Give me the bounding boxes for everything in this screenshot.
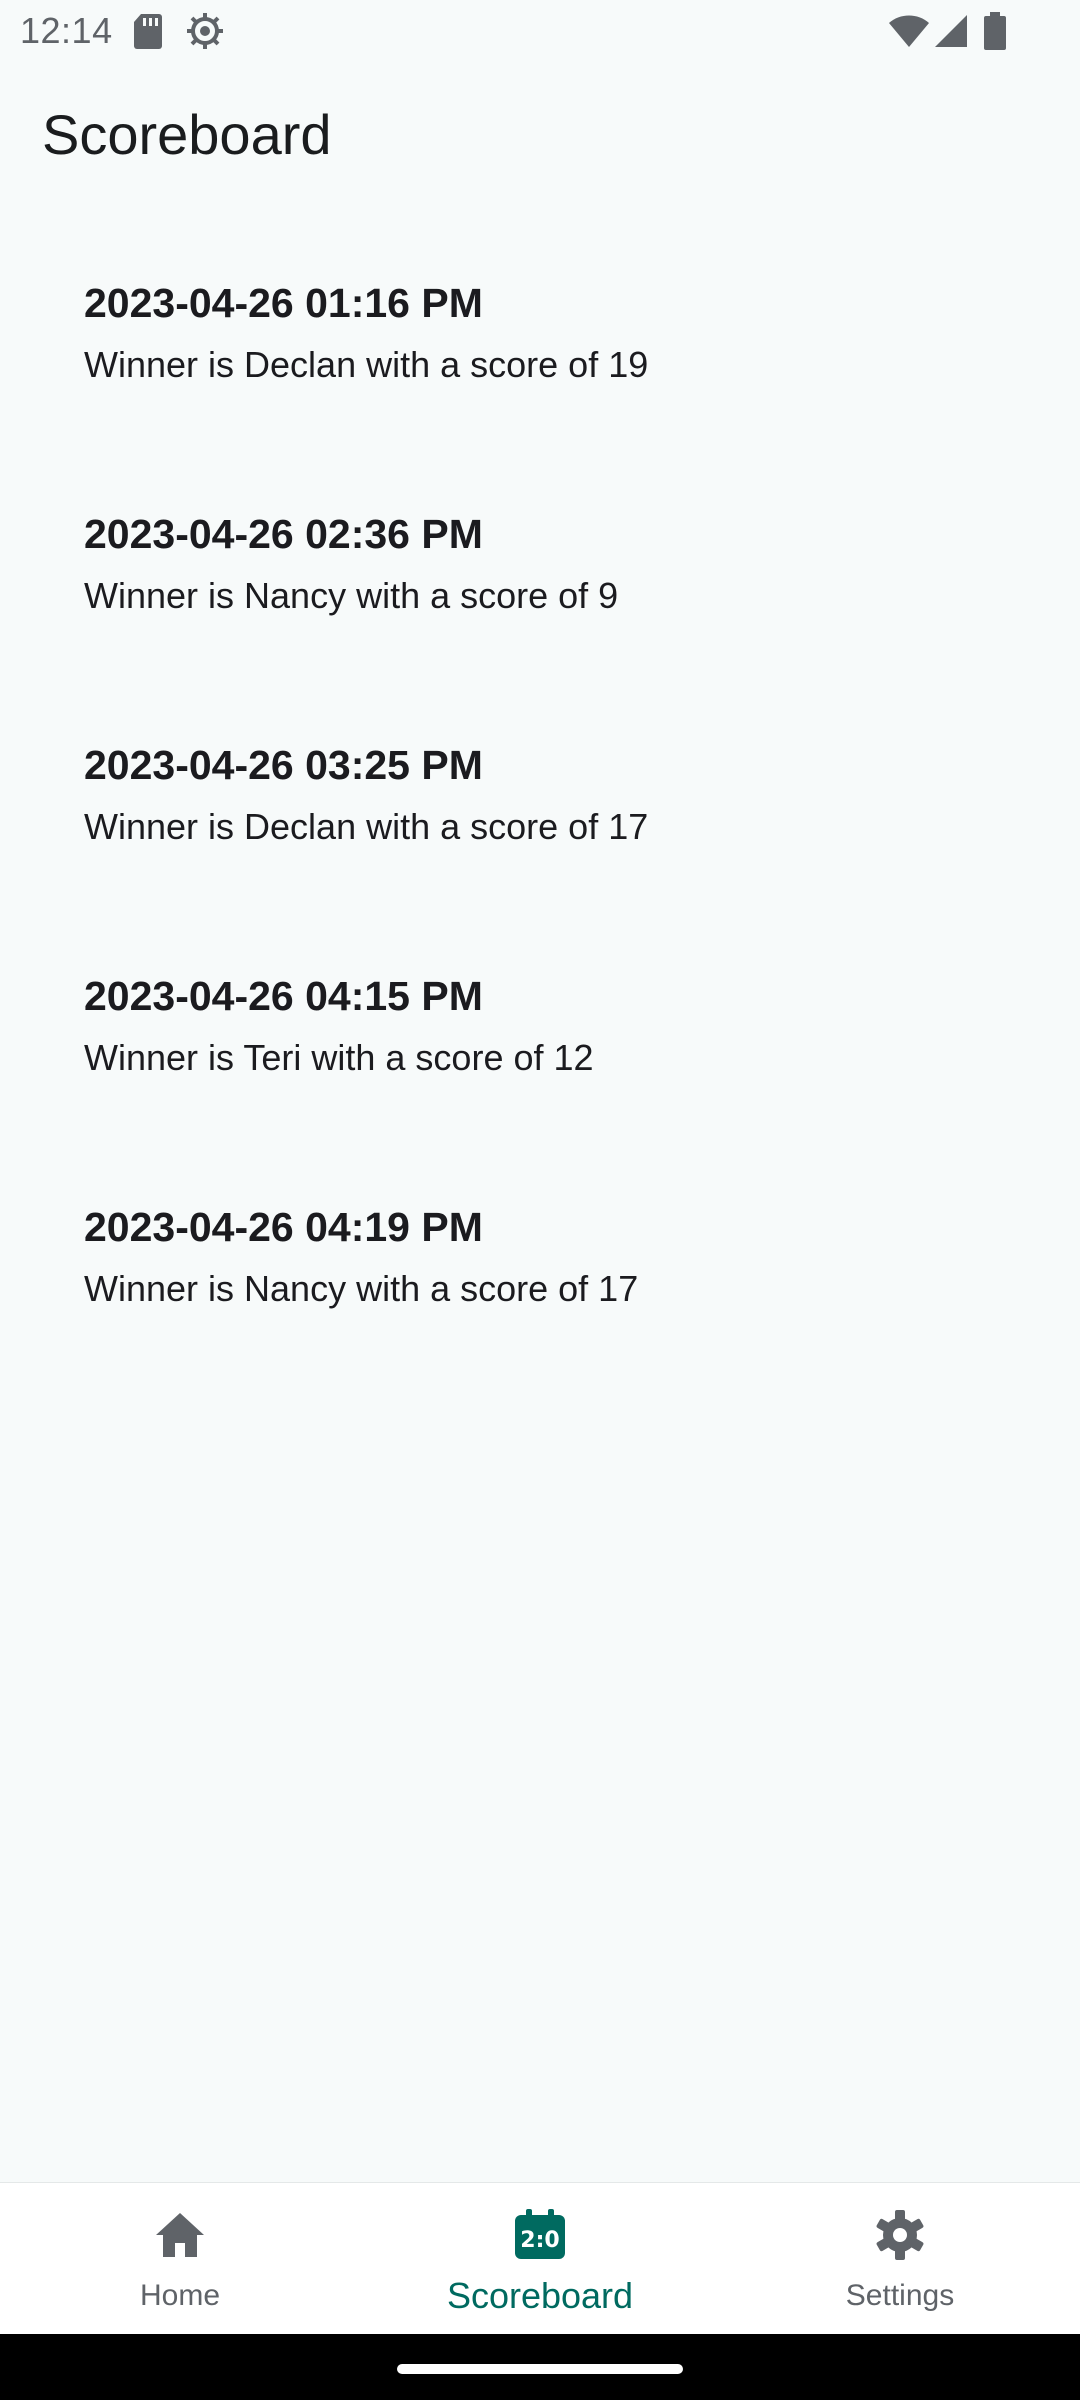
settings-icon (872, 2207, 928, 2263)
game-winner-summary: Winner is Declan with a score of 19 (84, 344, 649, 385)
home-icon (152, 2207, 208, 2263)
game-datetime: 2023-04-26 03:25 PM (84, 742, 483, 788)
page-title: Scoreboard (42, 103, 332, 166)
game-datetime: 2023-04-26 01:16 PM (84, 280, 483, 326)
scoreboard-icon: 2:0 (512, 2207, 568, 2263)
game-winner-summary: Winner is Nancy with a score of 9 (84, 575, 619, 616)
list-item[interactable]: 2023-04-26 04:19 PM Winner is Nancy with… (0, 1164, 1080, 1395)
game-winner-summary: Winner is Nancy with a score of 17 (84, 1268, 639, 1309)
game-datetime: 2023-04-26 04:15 PM (84, 973, 483, 1019)
sd-card-icon (132, 12, 164, 55)
nav-item-settings[interactable]: Settings (720, 2183, 1080, 2335)
game-datetime: 2023-04-26 04:19 PM (84, 1204, 483, 1250)
nav-item-scoreboard[interactable]: 2:0 Scoreboard (360, 2183, 720, 2335)
list-item[interactable]: 2023-04-26 04:15 PM Winner is Teri with … (0, 933, 1080, 1164)
list-item[interactable]: 2023-04-26 03:25 PM Winner is Declan wit… (0, 702, 1080, 933)
gesture-navigation-bar (0, 2334, 1080, 2400)
status-bar: 12:14 (0, 0, 1080, 64)
list-item[interactable]: 2023-04-26 02:36 PM Winner is Nancy with… (0, 471, 1080, 702)
game-datetime: 2023-04-26 02:36 PM (84, 511, 483, 557)
app-bar: Scoreboard (0, 64, 1080, 204)
status-time: 12:14 (20, 10, 113, 51)
debug-icon (186, 12, 224, 55)
score-list: 2023-04-26 01:16 PM Winner is Declan wit… (0, 240, 1080, 1395)
nav-label-settings: Settings (845, 2279, 955, 2312)
bottom-navigation: Home 2:0 Scoreboard Settings (0, 2182, 1080, 2335)
home-gesture-handle[interactable] (397, 2364, 683, 2374)
wifi-icon (888, 14, 930, 53)
nav-item-home[interactable]: Home (0, 2183, 360, 2335)
svg-text:2:0: 2:0 (520, 2228, 559, 2253)
nav-label-scoreboard: Scoreboard (446, 2275, 634, 2316)
game-winner-summary: Winner is Teri with a score of 12 (84, 1037, 594, 1078)
battery-icon (984, 12, 1006, 55)
nav-label-home: Home (139, 2279, 221, 2312)
game-winner-summary: Winner is Declan with a score of 17 (84, 806, 649, 847)
signal-icon (934, 14, 968, 53)
list-item[interactable]: 2023-04-26 01:16 PM Winner is Declan wit… (0, 240, 1080, 471)
